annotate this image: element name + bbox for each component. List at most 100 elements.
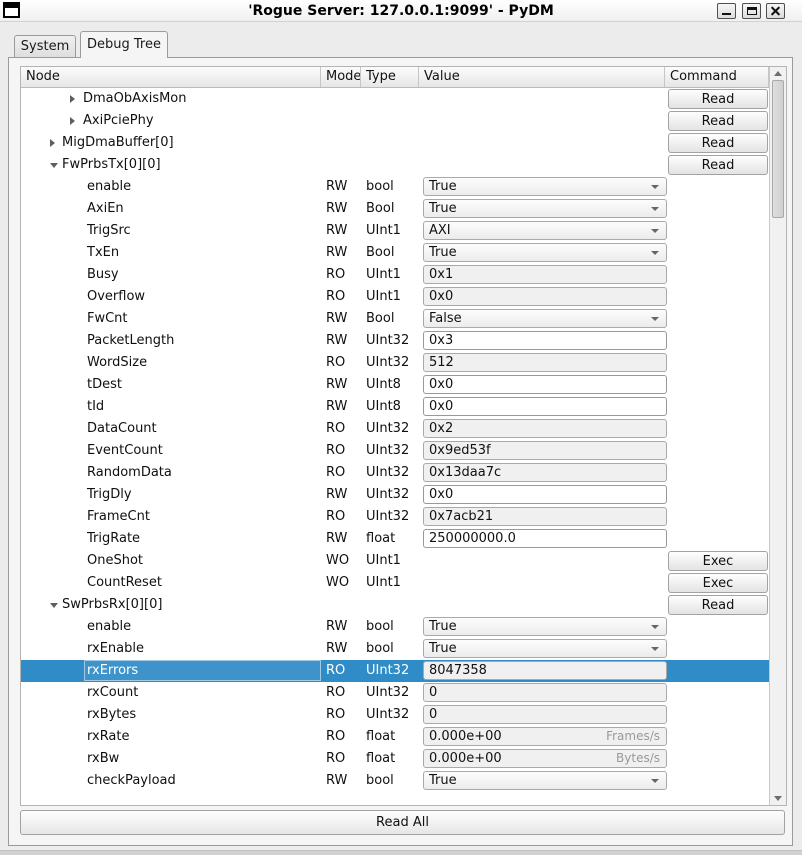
tab-debug-tree[interactable]: Debug Tree [80, 31, 168, 58]
value-combobox[interactable]: True [423, 243, 667, 262]
tree-row[interactable]: FwPrbsTx[0][0]Read [21, 154, 769, 176]
tree-row[interactable]: SwPrbsRx[0][0]Read [21, 594, 769, 616]
tree-row[interactable]: WordSizeROUInt32512 [21, 352, 769, 374]
read-all-button[interactable]: Read All [20, 810, 785, 835]
expand-arrow-icon[interactable] [70, 95, 75, 103]
tree-row[interactable]: tDestRWUInt80x0 [21, 374, 769, 396]
type-cell: UInt8 [366, 374, 401, 396]
tree-row[interactable]: DataCountROUInt320x2 [21, 418, 769, 440]
column-header-value[interactable]: Value [419, 67, 665, 87]
value-combobox[interactable]: True [423, 639, 667, 658]
dropdown-arrow-icon [651, 185, 659, 189]
value-field[interactable]: 0x2 [423, 419, 667, 438]
read-button[interactable]: Read [668, 111, 768, 131]
type-cell: UInt1 [366, 572, 401, 594]
tree-row[interactable]: PacketLengthRWUInt320x3 [21, 330, 769, 352]
column-header-command[interactable]: Command [665, 67, 769, 87]
value-field[interactable]: 0x0 [423, 375, 667, 394]
tree-row[interactable]: rxBytesROUInt320 [21, 704, 769, 726]
value-combobox[interactable]: True [423, 199, 667, 218]
value-field[interactable]: 0x1 [423, 265, 667, 284]
tree-row[interactable]: enableRWboolTrue [21, 616, 769, 638]
type-cell: bool [366, 176, 394, 198]
node-name: Overflow [87, 286, 145, 308]
type-cell: UInt32 [366, 330, 409, 352]
column-header-node[interactable]: Node [21, 67, 321, 87]
value-field[interactable]: 512 [423, 353, 667, 372]
tree-row[interactable]: EventCountROUInt320x9ed53f [21, 440, 769, 462]
value-field[interactable]: 250000000.0 [423, 529, 667, 548]
exec-button[interactable]: Exec [668, 573, 768, 593]
tree-row[interactable]: TrigDlyRWUInt320x0 [21, 484, 769, 506]
tree-row[interactable]: CountResetWOUInt1Exec [21, 572, 769, 594]
value-field[interactable]: 0x3 [423, 331, 667, 350]
tree-row[interactable]: BusyROUInt10x1 [21, 264, 769, 286]
value-field[interactable]: 0.000e+00Bytes/s [423, 749, 667, 768]
value-field[interactable]: 0x0 [423, 287, 667, 306]
read-button[interactable]: Read [668, 133, 768, 153]
tree-row[interactable]: DmaObAxisMonRead [21, 88, 769, 110]
value-combobox[interactable]: False [423, 309, 667, 328]
value-combobox[interactable]: AXI [423, 221, 667, 240]
close-button[interactable] [766, 3, 785, 19]
expand-arrow-icon[interactable] [50, 139, 55, 147]
exec-button[interactable]: Exec [668, 551, 768, 571]
tab-system[interactable]: System [14, 35, 76, 57]
tree-row[interactable]: tIdRWUInt80x0 [21, 396, 769, 418]
value-field[interactable]: 0x9ed53f [423, 441, 667, 460]
value-combobox[interactable]: True [423, 177, 667, 196]
value-combobox[interactable]: True [423, 617, 667, 636]
tree-row[interactable]: rxEnableRWboolTrue [21, 638, 769, 660]
tree-row[interactable]: FrameCntROUInt320x7acb21 [21, 506, 769, 528]
tree-row[interactable]: MigDmaBuffer[0]Read [21, 132, 769, 154]
value-field[interactable]: 0x13daa7c [423, 463, 667, 482]
maximize-button[interactable] [742, 3, 761, 19]
value-field[interactable]: 8047358 [423, 661, 667, 680]
column-header-mode[interactable]: Mode [321, 67, 361, 87]
tree-row[interactable]: OneShotWOUInt1Exec [21, 550, 769, 572]
tree-row[interactable]: rxBwROfloat0.000e+00Bytes/s [21, 748, 769, 770]
vertical-scrollbar[interactable] [769, 67, 786, 805]
tree-row[interactable]: RandomDataROUInt320x13daa7c [21, 462, 769, 484]
value-field[interactable]: 0 [423, 683, 667, 702]
tree-row[interactable]: TrigRateRWfloat250000000.0 [21, 528, 769, 550]
tree-row[interactable]: OverflowROUInt10x0 [21, 286, 769, 308]
value-field[interactable]: 0.000e+00Frames/s [423, 727, 667, 746]
read-button[interactable]: Read [668, 595, 768, 615]
value-field[interactable]: 0 [423, 705, 667, 724]
tree-row[interactable]: enableRWboolTrue [21, 176, 769, 198]
node-name: AxiEn [87, 198, 124, 220]
tree-row[interactable]: rxRateROfloat0.000e+00Frames/s [21, 726, 769, 748]
field-value: 0x0 [429, 288, 453, 305]
tree-row[interactable]: AxiEnRWBoolTrue [21, 198, 769, 220]
tree-row[interactable]: TrigSrcRWUInt1AXI [21, 220, 769, 242]
value-field[interactable]: 0x7acb21 [423, 507, 667, 526]
read-button[interactable]: Read [668, 155, 768, 175]
scrollbar-thumb[interactable] [772, 80, 784, 218]
minimize-button[interactable] [717, 3, 736, 19]
node-name: TxEn [87, 242, 119, 264]
value-combobox[interactable]: True [423, 771, 667, 790]
mode-cell: RO [326, 726, 345, 748]
mode-cell: RO [326, 506, 345, 528]
type-cell: UInt32 [366, 506, 409, 528]
tree-row[interactable]: rxCountROUInt320 [21, 682, 769, 704]
tree-row[interactable]: rxErrorsROUInt328047358 [21, 660, 769, 682]
type-cell: UInt32 [366, 418, 409, 440]
tree-row[interactable]: AxiPciePhyRead [21, 110, 769, 132]
combobox-value: True [429, 618, 457, 635]
value-field[interactable]: 0x0 [423, 397, 667, 416]
read-button[interactable]: Read [668, 89, 768, 109]
column-header-type[interactable]: Type [361, 67, 419, 87]
tree-row[interactable]: checkPayloadRWboolTrue [21, 770, 769, 792]
scroll-down-arrow-icon[interactable] [774, 796, 782, 801]
collapse-arrow-icon[interactable] [50, 603, 58, 608]
tree-row[interactable]: FwCntRWBoolFalse [21, 308, 769, 330]
expand-arrow-icon[interactable] [70, 117, 75, 125]
scroll-up-arrow-icon[interactable] [774, 71, 782, 76]
collapse-arrow-icon[interactable] [50, 163, 58, 168]
value-field[interactable]: 0x0 [423, 485, 667, 504]
tree-row[interactable]: TxEnRWBoolTrue [21, 242, 769, 264]
field-value: 0x7acb21 [429, 508, 493, 525]
field-value: 250000000.0 [429, 530, 516, 547]
